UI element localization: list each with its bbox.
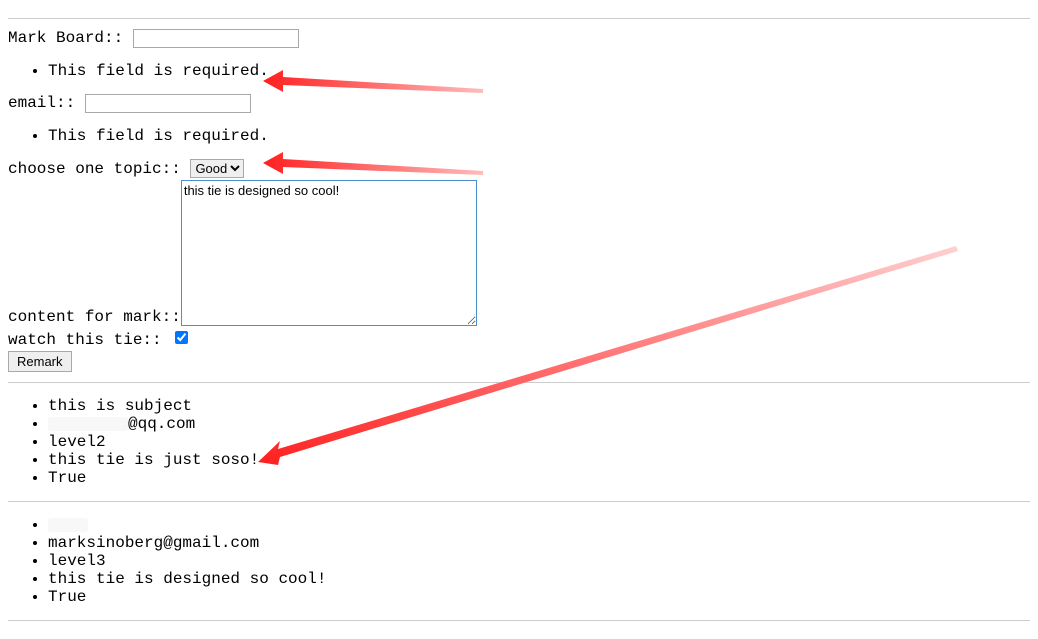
- record-level: level3: [48, 552, 1030, 570]
- record-watched: True: [48, 588, 1030, 606]
- email-error: This field is required.: [48, 127, 1030, 145]
- record-subject: xxxx: [48, 516, 1030, 534]
- remark-button[interactable]: Remark: [8, 351, 72, 372]
- watch-label: watch this tie::: [8, 331, 162, 349]
- topic-select[interactable]: Good: [190, 159, 244, 178]
- record-content: this tie is designed so cool!: [48, 570, 1030, 588]
- mark-board-error-list: This field is required.: [8, 62, 1030, 80]
- record-subject: this is subject: [48, 397, 1030, 415]
- mark-board-input[interactable]: [133, 29, 299, 48]
- record-level: level2: [48, 433, 1030, 451]
- watch-checkbox[interactable]: [175, 331, 188, 344]
- record-divider: [8, 382, 1030, 383]
- topic-label: choose one topic::: [8, 160, 181, 178]
- mark-board-label: Mark Board::: [8, 29, 123, 47]
- record-divider: [8, 620, 1030, 621]
- record-divider: [8, 501, 1030, 502]
- mark-board-error: This field is required.: [48, 62, 1030, 80]
- record-content: this tie is just soso!: [48, 451, 1030, 469]
- top-divider: [8, 18, 1030, 19]
- record-watched: True: [48, 469, 1030, 487]
- email-error-list: This field is required.: [8, 127, 1030, 145]
- email-label: email::: [8, 94, 75, 112]
- content-textarea[interactable]: [181, 180, 477, 326]
- content-label: content for mark::: [8, 308, 181, 326]
- record-email: xxxxxxxx@qq.com: [48, 415, 1030, 433]
- record-email: marksinoberg@gmail.com: [48, 534, 1030, 552]
- record-list: xxxx marksinoberg@gmail.com level3 this …: [8, 516, 1030, 606]
- record-list: this is subject xxxxxxxx@qq.com level2 t…: [8, 397, 1030, 487]
- email-input[interactable]: [85, 94, 251, 113]
